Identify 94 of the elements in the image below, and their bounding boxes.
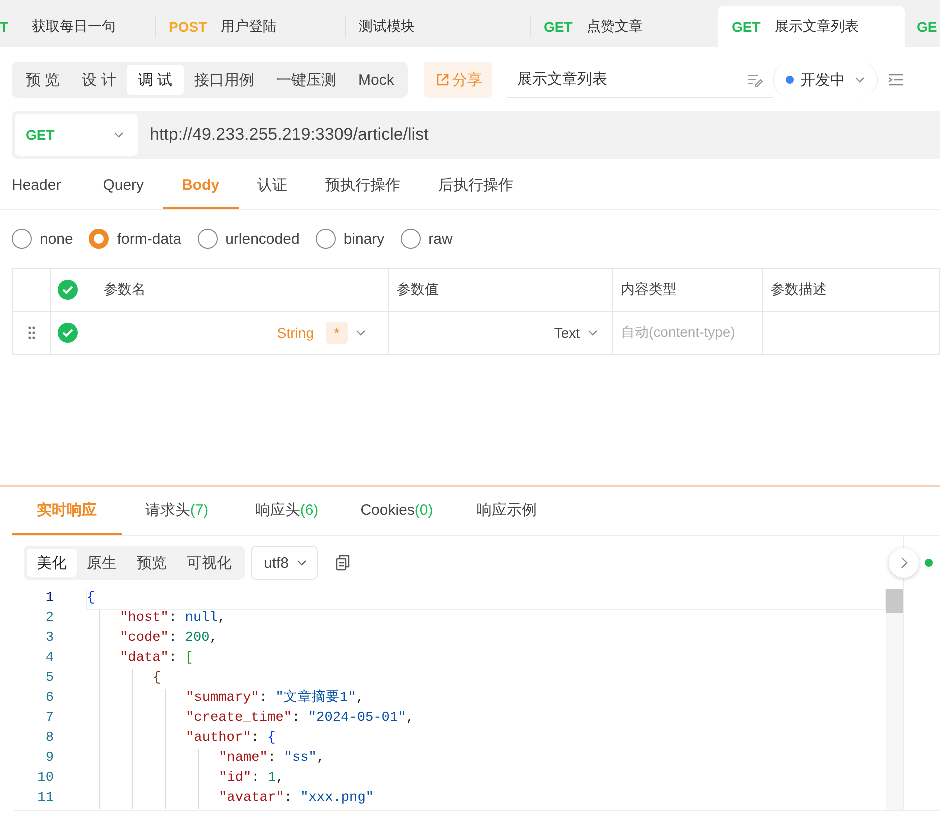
- copy-icon[interactable]: [336, 555, 350, 571]
- radio-label: form-data: [117, 230, 182, 248]
- radio-label: raw: [428, 230, 453, 248]
- status-dot: [925, 559, 933, 567]
- encoding-select[interactable]: utf8: [251, 546, 318, 580]
- line-number: 5: [44, 670, 54, 688]
- radio-option[interactable]: urlencoded: [198, 229, 300, 249]
- code-line: "name": "ss",: [219, 750, 326, 768]
- mode-tab[interactable]: 调 试: [127, 65, 184, 95]
- param-tab[interactable]: 后执行操作: [420, 163, 533, 209]
- mode-tab[interactable]: 预 览: [15, 65, 72, 95]
- url-field[interactable]: http://49.233.255.219:3309/article/list: [150, 125, 429, 145]
- menu-icon[interactable]: [888, 73, 904, 87]
- checkbox-icon[interactable]: [58, 280, 78, 300]
- status-select[interactable]: 开发中: [773, 62, 878, 98]
- response-tab[interactable]: Cookies(0): [342, 487, 452, 535]
- line-number: 9: [44, 750, 54, 768]
- line-number: 1: [44, 590, 54, 608]
- param-tab[interactable]: 预执行操作: [306, 163, 420, 209]
- method-label: GET: [544, 18, 573, 34]
- line-number: 4: [44, 650, 54, 668]
- request-tab[interactable]: GET 点赞文章: [530, 6, 718, 47]
- radio-option[interactable]: form-data: [89, 229, 182, 249]
- radio-button[interactable]: [198, 229, 218, 249]
- line-number: 3: [44, 630, 54, 648]
- method-label: T: [0, 18, 10, 34]
- tab-title: 展示文章列表: [774, 18, 859, 36]
- share-icon: [436, 73, 450, 87]
- code-line: "id": 1,: [219, 770, 286, 788]
- code-line: "avatar": "xxx.png": [219, 790, 376, 808]
- response-tab[interactable]: 响应头(6): [232, 487, 342, 535]
- code-line: "summary": "文章摘要1",: [186, 689, 366, 708]
- chevron-down-icon: [356, 330, 366, 336]
- radio-label: binary: [344, 230, 385, 248]
- line-number: 10: [36, 770, 54, 788]
- param-tab[interactable]: Query: [84, 163, 164, 209]
- chevron-down-icon: [855, 77, 866, 83]
- code-line: "code": 200,: [120, 630, 219, 648]
- response-tab[interactable]: 请求头(7): [122, 487, 232, 535]
- edit-icon: [747, 72, 764, 86]
- column-header: 内容类型: [621, 281, 677, 299]
- tab-title: 获取每日一句: [32, 18, 116, 36]
- column-header: 参数名: [104, 281, 146, 299]
- view-mode-tab[interactable]: 可视化: [177, 549, 242, 577]
- radio-option[interactable]: raw: [400, 229, 453, 249]
- mode-tab[interactable]: 设 计: [71, 65, 128, 95]
- code-line: "create_time": "2024-05-01",: [186, 710, 416, 728]
- method-label: GE: [917, 18, 938, 34]
- code-line: {: [153, 670, 162, 688]
- tab-title: 点赞文章: [586, 18, 643, 36]
- tab-title: 测试模块: [359, 18, 415, 36]
- line-number: 6: [44, 690, 54, 708]
- mode-tab[interactable]: 一键压测: [266, 65, 348, 95]
- column-header: 参数描述: [771, 281, 827, 299]
- code-line: "author": {: [186, 730, 277, 748]
- tab-title: 用户登陆: [221, 18, 278, 36]
- radio-label: urlencoded: [226, 230, 300, 248]
- radio-button[interactable]: [400, 229, 421, 249]
- checkbox-icon[interactable]: [58, 323, 78, 343]
- response-tab[interactable]: 响应示例: [452, 487, 562, 535]
- request-tab[interactable]: T 获取每日一句: [0, 6, 155, 47]
- view-mode-tab[interactable]: 预览: [127, 549, 177, 577]
- radio-button[interactable]: [12, 229, 32, 249]
- request-tab[interactable]: GET 展示文章列表: [718, 6, 905, 47]
- param-tab[interactable]: Header: [0, 163, 84, 209]
- request-tab[interactable]: POST 用户登陆: [155, 6, 345, 47]
- api-name-field[interactable]: 展示文章列表: [507, 62, 774, 98]
- code-line: "data": [: [120, 650, 194, 668]
- chevron-down-icon: [297, 560, 308, 566]
- radio-button[interactable]: [316, 229, 336, 249]
- line-number: 7: [44, 710, 54, 728]
- line-number: 2: [44, 610, 54, 628]
- view-mode-tab[interactable]: 原生: [77, 549, 127, 577]
- mode-tab[interactable]: Mock: [348, 65, 406, 95]
- method-label: GET: [732, 18, 761, 34]
- chevron-right-icon: [900, 557, 908, 569]
- radio-button[interactable]: [89, 229, 110, 249]
- scrollbar-thumb[interactable]: [886, 589, 903, 613]
- chevron-down-icon: [114, 132, 124, 138]
- line-number: 11: [36, 790, 54, 808]
- column-header: 参数值: [397, 281, 439, 299]
- param-tab[interactable]: 认证: [238, 163, 307, 209]
- line-number: 8: [44, 730, 54, 748]
- view-mode-tab[interactable]: 美化: [27, 549, 77, 577]
- request-tab[interactable]: 测试模块: [345, 6, 530, 47]
- radio-option[interactable]: none: [12, 229, 74, 249]
- radio-option[interactable]: binary: [316, 229, 385, 249]
- value-type-select[interactable]: Text: [554, 325, 580, 341]
- code-line: "host": null,: [120, 610, 228, 628]
- mode-tab[interactable]: 接口用例: [184, 65, 266, 95]
- method-label: POST: [169, 18, 208, 34]
- chevron-down-icon: [588, 330, 598, 336]
- radio-label: none: [40, 230, 74, 248]
- drag-handle-icon: [28, 326, 36, 340]
